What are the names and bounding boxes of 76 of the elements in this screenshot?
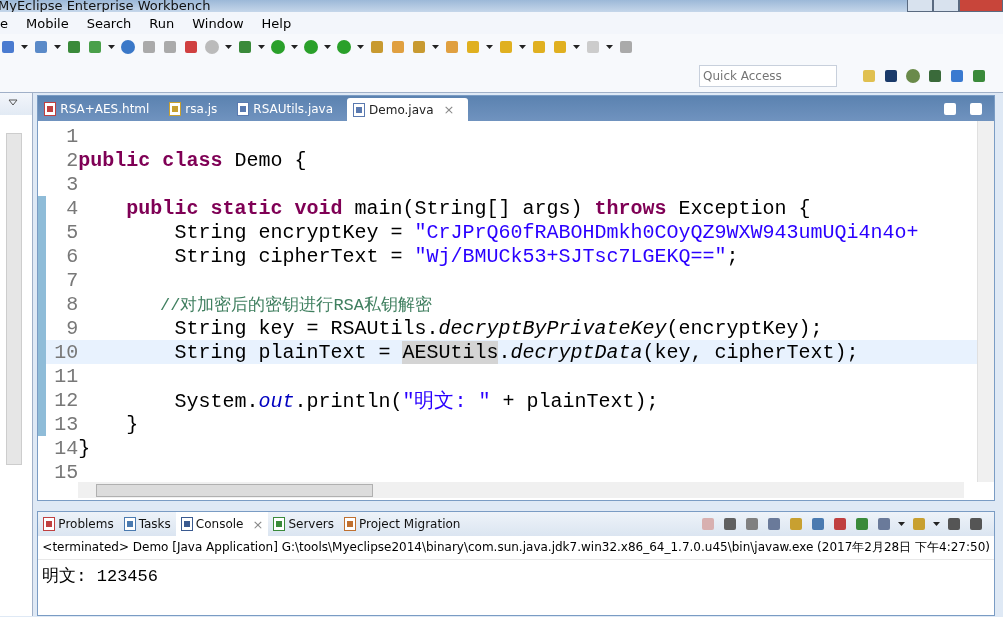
- view-tab[interactable]: Problems: [38, 512, 119, 536]
- file-icon: [273, 517, 286, 531]
- line-number: 10: [53, 340, 79, 364]
- line-number: 9: [65, 316, 79, 340]
- maximize-button[interactable]: [933, 0, 959, 12]
- editor-tab[interactable]: RSA+AES.html: [38, 96, 164, 121]
- view-tab[interactable]: Tasks: [118, 512, 176, 536]
- window-title: MyEclipse Enterprise Workbench: [0, 0, 211, 12]
- code-line: String encryptKey = "CrJPrQ60fRABOHDmkh0COyQZ9WXW943umUQi4n4o+: [173, 220, 919, 244]
- code-line: String key = RSAUtils.decryptByPrivateKey(encryptKey);: [173, 316, 823, 340]
- caret-icon[interactable]: [291, 45, 298, 49]
- line-number: 8: [65, 292, 79, 316]
- console-output: 明文: 123456: [41, 566, 159, 588]
- caret-icon[interactable]: [258, 45, 265, 49]
- caret-icon[interactable]: [357, 45, 364, 49]
- caret-icon[interactable]: [933, 522, 940, 526]
- console-header: <terminated> Demo [Java Application] G:\tools\Myeclipse2014\binary\com.sun.java.jdk7.win32.x86_64_1.7.0.u45\bin\javaw.exe (2017年2月28日 下午4:27:50): [38, 536, 994, 560]
- line-number: 12: [53, 388, 79, 412]
- file-icon: [237, 101, 250, 116]
- file-icon: [169, 101, 182, 116]
- quick-access-field[interactable]: Quick Access: [699, 65, 837, 87]
- caret-icon[interactable]: [54, 45, 61, 49]
- scrollbar[interactable]: [78, 482, 964, 498]
- line-number: 13: [53, 412, 79, 436]
- line-number: 5: [65, 220, 79, 244]
- scrollbar[interactable]: [6, 133, 23, 465]
- close-icon[interactable]: ×: [252, 516, 264, 532]
- code-line: public static void main(String[] args) throws Exception {: [125, 196, 811, 220]
- view-tab[interactable]: Console ×: [175, 512, 269, 536]
- caret-icon[interactable]: [108, 45, 115, 49]
- line-number: 6: [65, 244, 79, 268]
- code-line: String cipherText = "Wj/BMUCk53+SJTsc7LGEKQ==";: [173, 244, 739, 268]
- menu-item[interactable]: Run: [149, 15, 175, 31]
- caret-icon[interactable]: [432, 45, 439, 49]
- file-icon: [44, 101, 57, 116]
- file-icon: [180, 517, 193, 531]
- view-tab[interactable]: Servers: [268, 512, 339, 536]
- view-tab[interactable]: Project Migration: [339, 512, 466, 536]
- caret-icon[interactable]: [898, 522, 905, 526]
- close-icon[interactable]: ×: [443, 102, 455, 117]
- code-line: }: [125, 412, 139, 436]
- menu-item[interactable]: e: [0, 15, 8, 31]
- menu-item[interactable]: Search: [86, 15, 132, 31]
- line-number: 4: [65, 196, 79, 220]
- code-line: //对加密后的密钥进行RSA私钥解密: [158, 294, 432, 316]
- code-line: String plainText = AESUtils.decryptData(key, cipherText);: [173, 340, 859, 364]
- line-number: 11: [53, 364, 79, 388]
- file-icon: [43, 517, 56, 531]
- file-icon: [353, 102, 366, 117]
- line-number: 14: [53, 436, 79, 460]
- line-number: 1: [65, 124, 79, 148]
- menu-item[interactable]: Window: [192, 15, 244, 31]
- line-number: 15: [53, 460, 79, 482]
- line-number: 2: [65, 148, 79, 172]
- line-number: 3: [65, 172, 79, 196]
- file-icon: [344, 517, 356, 531]
- editor-tab[interactable]: RSAUtils.java: [231, 96, 348, 121]
- caret-icon[interactable]: [606, 45, 613, 49]
- menu-item[interactable]: Help: [261, 15, 292, 31]
- view-menu-icon[interactable]: [8, 99, 18, 107]
- caret-icon[interactable]: [519, 45, 526, 49]
- line-number: 7: [65, 268, 79, 292]
- caret-icon[interactable]: [573, 45, 580, 49]
- code-line: public class Demo {: [78, 148, 307, 172]
- caret-icon[interactable]: [225, 45, 232, 49]
- editor-tab[interactable]: Demo.java ×: [347, 98, 469, 121]
- file-icon: [123, 517, 136, 531]
- menu-item[interactable]: Mobile: [26, 15, 69, 31]
- scrollbar[interactable]: [977, 121, 994, 482]
- editor-tab[interactable]: rsa.js: [163, 96, 232, 121]
- caret-icon[interactable]: [21, 45, 28, 49]
- caret-icon[interactable]: [486, 45, 493, 49]
- caret-icon[interactable]: [324, 45, 331, 49]
- minimize-button[interactable]: [907, 0, 933, 12]
- code-line: }: [78, 436, 91, 460]
- code-line: System.out.println("明文: " + plainText);: [173, 388, 659, 414]
